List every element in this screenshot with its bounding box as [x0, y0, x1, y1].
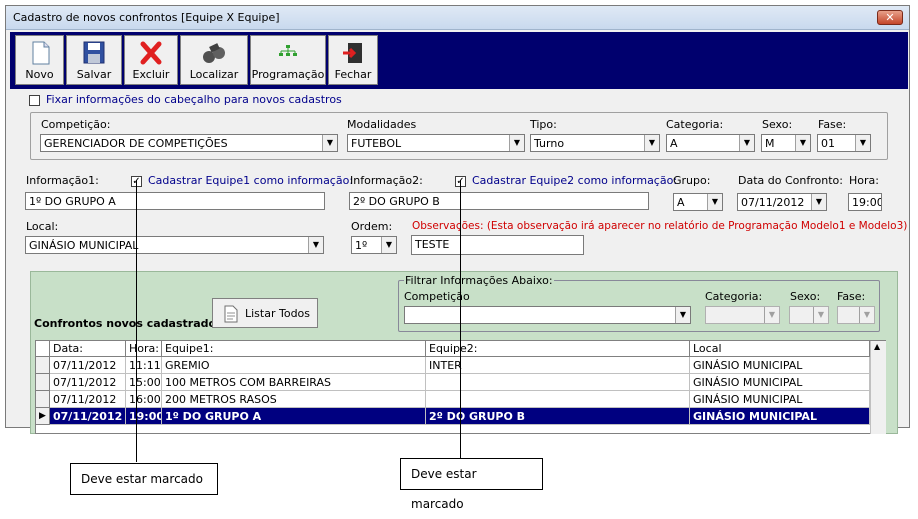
observacoes-label: Observações: (Esta observação irá aparec…: [412, 220, 908, 232]
list-document-icon: [224, 305, 238, 323]
column-header-data[interactable]: Data:: [50, 341, 126, 357]
chevron-down-icon: ▼: [795, 135, 810, 151]
competicao-label: Competição:: [41, 118, 111, 131]
sexo-select[interactable]: M ▼: [761, 134, 811, 152]
categoria-label: Categoria:: [666, 118, 724, 131]
table-row[interactable]: 07/11/2012 15:00 100 METROS COM BARREIRA…: [36, 374, 870, 391]
grupo-select[interactable]: A ▼: [673, 193, 723, 211]
column-header-equipe2[interactable]: Equipe2:: [426, 341, 690, 357]
ordem-label: Ordem:: [351, 220, 393, 233]
chevron-down-icon: ▼: [308, 237, 323, 253]
hora-label: Hora:: [849, 174, 879, 187]
filter-legend: Filtrar Informações Abaixo:: [404, 274, 554, 287]
chevron-down-icon: ▼: [509, 135, 524, 151]
tipo-label: Tipo:: [530, 118, 557, 131]
filter-fase-label: Fase:: [837, 290, 866, 303]
binoculars-icon: [203, 43, 225, 63]
competicao-select[interactable]: GERENCIADOR DE COMPETIÇÕES ▼: [40, 134, 338, 152]
fixar-checkbox[interactable]: [29, 95, 40, 106]
list-title: Confrontos novos cadastrados:: [34, 317, 228, 330]
table-row[interactable]: 07/11/2012 11:11 GREMIO INTER GINÁSIO MU…: [36, 357, 870, 374]
chevron-down-icon: ▼: [381, 237, 396, 253]
table-row[interactable]: 07/11/2012 16:00 200 METROS RASOS GINÁSI…: [36, 391, 870, 408]
window-title: Cadastro de novos confrontos [Equipe X E…: [13, 11, 280, 24]
title-bar: Cadastro de novos confrontos [Equipe X E…: [6, 6, 909, 30]
callout-line-right: [460, 180, 461, 458]
chevron-down-icon: ▼: [644, 135, 659, 151]
observacoes-input[interactable]: TESTE: [411, 235, 584, 255]
filter-sexo-label: Sexo:: [790, 290, 821, 303]
categoria-select[interactable]: A ▼: [666, 134, 755, 152]
ordem-select[interactable]: 1º ▼: [351, 236, 397, 254]
data-label: Data do Confronto:: [738, 174, 843, 187]
info2-check-label: Cadastrar Equipe2 como informação:: [472, 174, 678, 187]
modalidades-label: Modalidades: [347, 118, 417, 131]
hora-input[interactable]: 19:00: [848, 193, 882, 211]
salvar-button[interactable]: Salvar: [66, 35, 122, 85]
toolbar: Novo Salvar Excluir Localizar Programaçã…: [10, 32, 908, 89]
chevron-down-icon: ▼: [707, 194, 722, 210]
callout-right: Deve estar marcado: [400, 458, 543, 511]
hierarchy-icon: [279, 45, 297, 56]
chevron-down-icon: ▼: [813, 307, 828, 323]
chevron-down-icon: ▼: [764, 307, 779, 323]
table-scrollbar[interactable]: ▲: [870, 341, 886, 434]
scroll-up-icon[interactable]: ▲: [874, 342, 880, 351]
table-row-selected[interactable]: ▶ 07/11/2012 19:00 1º DO GRUPO A 2º DO G…: [36, 408, 870, 425]
exit-door-icon: [343, 43, 362, 63]
main-window: Cadastro de novos confrontos [Equipe X E…: [5, 5, 910, 434]
modalidades-select[interactable]: FUTEBOL ▼: [347, 134, 525, 152]
filter-categoria-select[interactable]: ▼: [705, 306, 780, 324]
excluir-button[interactable]: Excluir: [124, 35, 178, 85]
sexo-label: Sexo:: [762, 118, 793, 131]
fase-label: Fase:: [818, 118, 847, 131]
tipo-select[interactable]: Turno ▼: [530, 134, 660, 152]
localizar-button[interactable]: Localizar: [180, 35, 248, 85]
local-select[interactable]: GINÁSIO MUNICIPAL ▼: [25, 236, 324, 254]
chevron-down-icon: ▼: [322, 135, 337, 151]
info1-input[interactable]: 1º DO GRUPO A: [25, 192, 325, 210]
new-document-icon: [32, 41, 49, 65]
save-icon: [83, 41, 105, 64]
info1-label: Informação1:: [26, 174, 99, 187]
chevron-down-icon: ▼: [675, 307, 690, 323]
grupo-label: Grupo:: [673, 174, 711, 187]
column-header-hora[interactable]: Hora:: [126, 341, 162, 357]
chevron-down-icon: ▼: [859, 307, 874, 323]
chevron-down-icon: ▼: [855, 135, 870, 151]
column-header-local[interactable]: Local: [690, 341, 870, 357]
filter-fase-select[interactable]: ▼: [837, 306, 875, 324]
column-header-equipe1[interactable]: Equipe1:: [162, 341, 426, 357]
data-picker[interactable]: 07/11/2012 ▼: [737, 193, 827, 211]
chevron-down-icon: ▼: [811, 194, 826, 210]
filter-sexo-select[interactable]: ▼: [789, 306, 829, 324]
callout-left: Deve estar marcado: [70, 463, 218, 495]
filter-categoria-label: Categoria:: [705, 290, 763, 303]
callout-line-left: [136, 180, 137, 462]
fechar-button[interactable]: Fechar: [328, 35, 378, 85]
fase-select[interactable]: 01 ▼: [817, 134, 871, 152]
row-pointer-icon: ▶: [36, 408, 50, 425]
delete-x-icon: [140, 41, 162, 65]
info2-input[interactable]: 2º DO GRUPO B: [349, 192, 649, 210]
fixar-label: Fixar informações do cabeçalho para novo…: [46, 93, 342, 106]
info2-label: Informação2:: [350, 174, 423, 187]
filter-competicao-select[interactable]: ▼: [404, 306, 691, 324]
chevron-down-icon: ▼: [739, 135, 754, 151]
novo-button[interactable]: Novo: [15, 35, 64, 85]
listar-todos-button[interactable]: Listar Todos: [212, 298, 318, 328]
local-label: Local:: [26, 220, 59, 233]
programacao-button[interactable]: Programação: [250, 35, 326, 85]
close-button[interactable]: ✕: [877, 10, 903, 25]
info1-check-label: Cadastrar Equipe1 como informação:: [148, 174, 354, 187]
